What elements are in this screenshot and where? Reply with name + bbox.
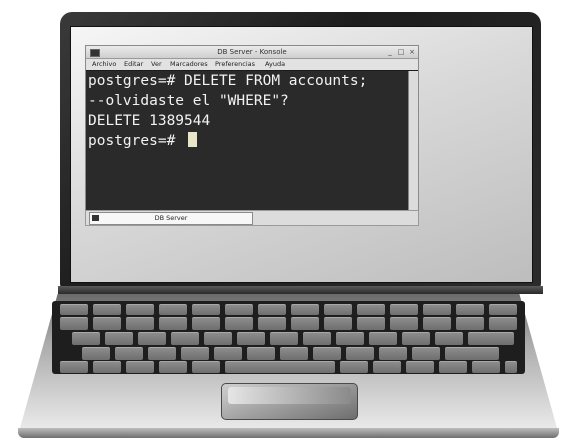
terminal-prompt: postgres=# — [88, 133, 185, 149]
keyboard-key[interactable] — [313, 347, 341, 360]
keyboard-key[interactable] — [93, 361, 121, 373]
keyboard-key[interactable] — [247, 347, 275, 360]
touchpad-surface — [228, 387, 351, 404]
keyboard-key[interactable] — [379, 347, 407, 360]
taskbar-item-db-server[interactable]: DB Server — [89, 212, 253, 225]
keyboard-key[interactable] — [181, 347, 209, 360]
keyboard-key[interactable] — [192, 317, 220, 330]
taskbar-item-label: DB Server — [154, 214, 188, 222]
keyboard-key[interactable] — [126, 361, 154, 373]
keyboard-key[interactable] — [456, 317, 484, 330]
keyboard-key[interactable] — [412, 347, 440, 360]
keyboard-key[interactable] — [357, 304, 385, 315]
keyboard-key[interactable] — [402, 332, 430, 345]
keyboard-key[interactable] — [225, 317, 253, 330]
close-button[interactable]: × — [408, 48, 416, 56]
keyboard-key[interactable] — [237, 332, 265, 345]
window-title: DB Server - Konsole — [217, 48, 287, 56]
keyboard-key[interactable] — [192, 304, 220, 315]
keyboard-key[interactable] — [60, 361, 88, 373]
window-titlebar[interactable]: DB Server - Konsole _ □ × — [86, 46, 418, 59]
taskbar: DB Server — [85, 210, 419, 226]
menu-editar[interactable]: Editar — [124, 59, 143, 70]
keyboard-key[interactable] — [60, 317, 88, 330]
touchpad[interactable] — [221, 383, 358, 420]
keyboard-key[interactable] — [214, 347, 242, 360]
keyboard-key[interactable] — [126, 304, 154, 315]
menu-ver[interactable]: Ver — [151, 59, 162, 70]
keyboard-key[interactable] — [505, 361, 517, 373]
keyboard-key[interactable] — [336, 332, 364, 345]
minimize-button[interactable]: _ — [386, 48, 394, 56]
keyboard-key[interactable] — [225, 361, 335, 373]
terminal-line: DELETE 1389544 — [88, 113, 211, 129]
keyboard-key[interactable] — [439, 361, 467, 373]
keyboard-key[interactable] — [373, 361, 401, 373]
keyboard-key[interactable] — [357, 317, 385, 330]
keyboard-key[interactable] — [105, 332, 133, 345]
keyboard-key[interactable] — [159, 304, 187, 315]
keyboard-key[interactable] — [159, 361, 187, 373]
keyboard-key[interactable] — [159, 317, 187, 330]
keyboard-key[interactable] — [93, 304, 121, 315]
keyboard-key[interactable] — [204, 332, 232, 345]
keyboard-key[interactable] — [324, 304, 352, 315]
keyboard-key[interactable] — [60, 304, 88, 315]
keyboard — [52, 301, 525, 374]
keyboard-key[interactable] — [115, 347, 143, 360]
keyboard-key[interactable] — [291, 304, 319, 315]
menu-ayuda[interactable]: Ayuda — [265, 59, 285, 70]
keyboard-key[interactable] — [225, 304, 253, 315]
terminal-icon — [92, 215, 99, 221]
keyboard-key[interactable] — [390, 304, 418, 315]
keyboard-key[interactable] — [126, 317, 154, 330]
text-cursor — [188, 132, 198, 147]
keyboard-key[interactable] — [369, 332, 397, 345]
keyboard-key[interactable] — [258, 304, 286, 315]
keyboard-key[interactable] — [423, 317, 451, 330]
laptop-front-edge — [18, 428, 559, 438]
terminal-line: --olvidaste el "WHERE"? — [88, 93, 289, 109]
keyboard-key[interactable] — [324, 317, 352, 330]
keyboard-key[interactable] — [171, 332, 199, 345]
menu-preferencias[interactable]: Preferencias — [215, 59, 255, 70]
keyboard-key[interactable] — [303, 332, 331, 345]
keyboard-key[interactable] — [138, 332, 166, 345]
keyboard-key[interactable] — [340, 361, 368, 373]
keyboard-key[interactable] — [93, 317, 121, 330]
keyboard-key[interactable] — [390, 317, 418, 330]
keyboard-key[interactable] — [435, 332, 463, 345]
konsole-window: DB Server - Konsole _ □ × Archivo Editar… — [85, 45, 419, 225]
keyboard-key[interactable] — [472, 361, 500, 373]
keyboard-key[interactable] — [346, 347, 374, 360]
keyboard-key[interactable] — [258, 317, 286, 330]
keyboard-key[interactable] — [468, 332, 514, 345]
keyboard-key[interactable] — [489, 304, 517, 315]
keyboard-key[interactable] — [423, 304, 451, 315]
keyboard-key[interactable] — [456, 304, 484, 315]
keyboard-key[interactable] — [192, 361, 220, 373]
keyboard-key[interactable] — [148, 347, 176, 360]
menu-bar: Archivo Editar Ver Marcadores Preferenci… — [86, 59, 418, 70]
scrollbar[interactable] — [408, 71, 418, 223]
keyboard-key[interactable] — [280, 347, 308, 360]
menu-archivo[interactable]: Archivo — [92, 59, 116, 70]
maximize-button[interactable]: □ — [397, 48, 405, 56]
keyboard-key[interactable] — [72, 332, 100, 345]
keyboard-key[interactable] — [406, 361, 434, 373]
laptop-hinge — [58, 286, 543, 294]
menu-marcadores[interactable]: Marcadores — [170, 59, 208, 70]
keyboard-key[interactable] — [291, 317, 319, 330]
keyboard-key[interactable] — [489, 317, 517, 330]
keyboard-key[interactable] — [270, 332, 298, 345]
terminal-output[interactable]: postgres=# DELETE FROM accounts; --olvid… — [86, 71, 408, 223]
terminal-prompt-line: postgres=# — [88, 131, 198, 151]
terminal-line: postgres=# DELETE FROM accounts; — [88, 73, 368, 89]
keyboard-key[interactable] — [445, 347, 499, 360]
keyboard-key[interactable] — [82, 347, 110, 360]
